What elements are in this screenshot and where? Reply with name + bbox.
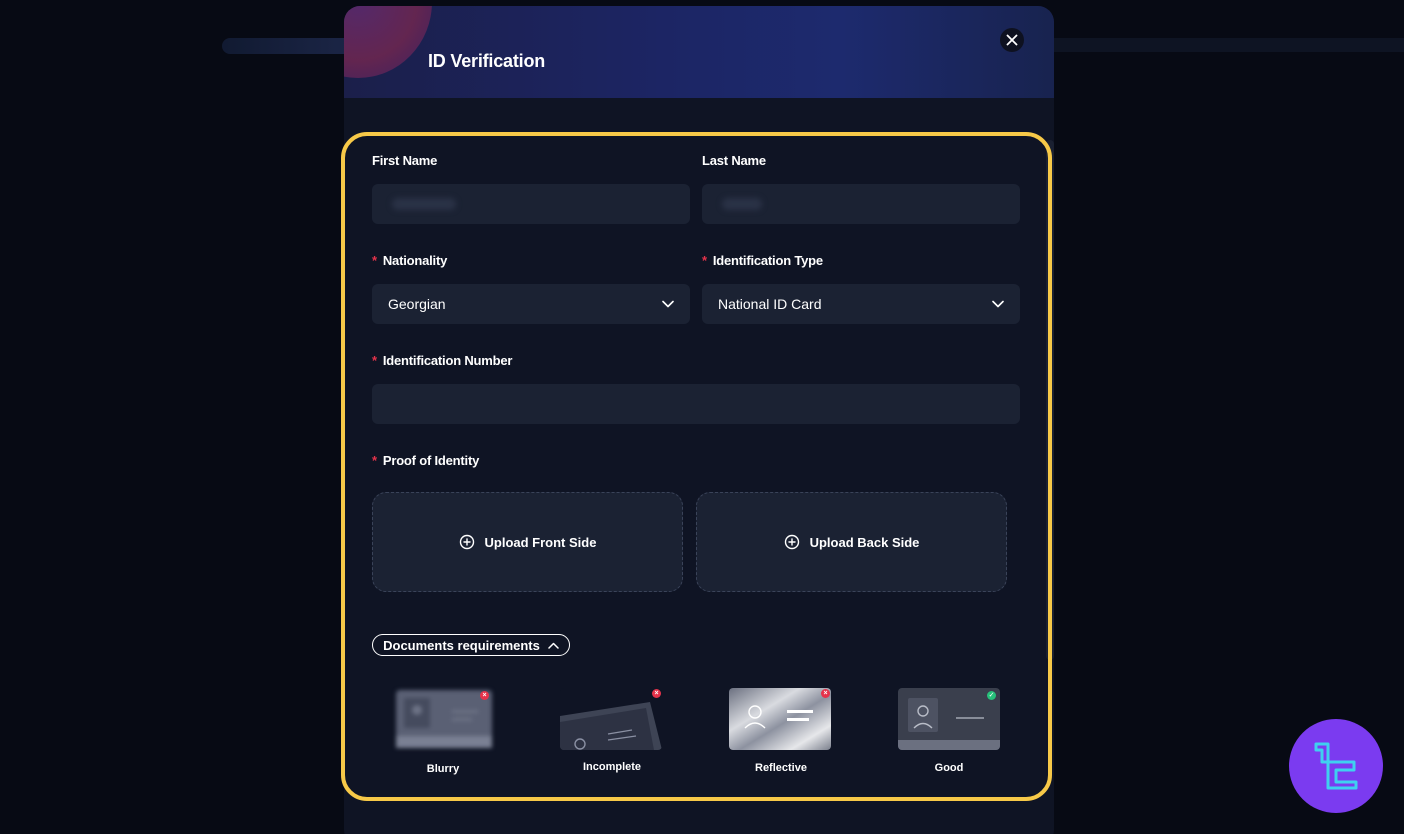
chevron-down-icon xyxy=(662,300,674,308)
modal-title: ID Verification xyxy=(428,51,546,71)
sample-incomplete: × xyxy=(560,688,662,750)
sample-good: ✓ xyxy=(898,688,1000,750)
good-badge-icon: ✓ xyxy=(987,691,996,700)
nationality-label: * Nationality xyxy=(372,253,447,268)
identification-type-label: * Identification Type xyxy=(702,253,823,268)
required-mark: * xyxy=(372,453,377,468)
sample-label: Good xyxy=(934,762,964,774)
upload-back-side-button[interactable]: Upload Back Side xyxy=(696,492,1007,592)
last-name-value xyxy=(722,198,762,210)
bad-badge-icon: × xyxy=(652,689,661,698)
upload-back-side-label: Upload Back Side xyxy=(809,534,920,550)
scrollbar[interactable] xyxy=(1046,140,1054,660)
first-name-field[interactable] xyxy=(372,184,690,224)
documents-requirements-toggle[interactable]: Documents requirements xyxy=(372,634,570,656)
identification-type-label-text: Identification Type xyxy=(712,253,823,268)
upload-front-side-button[interactable]: Upload Front Side xyxy=(372,492,683,592)
sample-reflective: × xyxy=(729,688,831,750)
identification-number-field[interactable] xyxy=(372,384,1020,424)
good-id-card-image xyxy=(898,688,1000,750)
bad-badge-icon: × xyxy=(821,689,830,698)
first-name-value xyxy=(392,198,456,210)
bad-badge-icon: × xyxy=(480,691,489,700)
required-mark: * xyxy=(372,253,377,268)
upload-front-side-label: Upload Front Side xyxy=(484,534,597,550)
plus-circle-icon xyxy=(459,534,474,550)
identification-number-label-text: Identification Number xyxy=(382,353,513,368)
modal-header: ID Verification xyxy=(344,6,1054,98)
last-name-field[interactable] xyxy=(702,184,1020,224)
chevron-down-icon xyxy=(992,300,1004,308)
reflective-id-card-image xyxy=(729,688,831,750)
sample-label: Blurry xyxy=(426,763,460,775)
required-mark: * xyxy=(702,253,707,268)
identification-type-value: National ID Card xyxy=(718,296,822,312)
identification-type-select[interactable]: National ID Card xyxy=(702,284,1020,324)
chevron-up-icon xyxy=(548,642,559,649)
brand-logo xyxy=(1289,719,1383,813)
required-mark: * xyxy=(372,353,377,368)
proof-of-identity-label-text: Proof of Identity xyxy=(382,453,480,468)
sample-label: Incomplete xyxy=(582,761,642,773)
nationality-select[interactable]: Georgian xyxy=(372,284,690,324)
background-bar xyxy=(222,38,352,54)
close-button[interactable] xyxy=(1000,28,1024,52)
nationality-value: Georgian xyxy=(388,296,446,312)
sample-label: Reflective xyxy=(755,762,807,774)
background-bar xyxy=(1054,38,1404,52)
brand-logo-icon xyxy=(1314,742,1358,790)
identification-number-label: * Identification Number xyxy=(372,353,512,368)
header-decoration xyxy=(344,6,432,78)
first-name-label: First Name xyxy=(372,153,438,168)
close-icon xyxy=(1006,34,1018,46)
nationality-label-text: Nationality xyxy=(382,253,448,268)
last-name-label: Last Name xyxy=(702,153,766,168)
plus-circle-icon xyxy=(784,534,799,550)
proof-of-identity-label: * Proof of Identity xyxy=(372,453,479,468)
sample-blurry: × xyxy=(394,688,496,750)
documents-requirements-label: Documents requirements xyxy=(383,637,540,653)
incomplete-id-card-image xyxy=(560,688,662,750)
